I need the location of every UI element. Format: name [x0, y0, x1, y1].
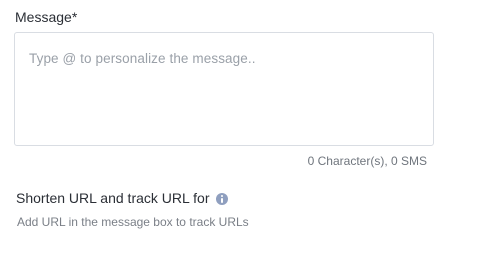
- character-counter: 0 Character(s), 0 SMS: [307, 154, 427, 168]
- message-textarea[interactable]: [15, 33, 433, 145]
- required-asterisk: *: [71, 9, 78, 25]
- shorten-url-description: Add URL in the message box to track URLs: [17, 215, 249, 229]
- message-box: [14, 32, 434, 146]
- shorten-url-title-text: Shorten URL and track URL for: [16, 190, 210, 206]
- message-label-text: Message: [15, 9, 72, 25]
- info-icon[interactable]: [215, 192, 228, 205]
- shorten-url-title: Shorten URL and track URL for: [16, 190, 228, 207]
- message-label: Message*: [15, 9, 77, 26]
